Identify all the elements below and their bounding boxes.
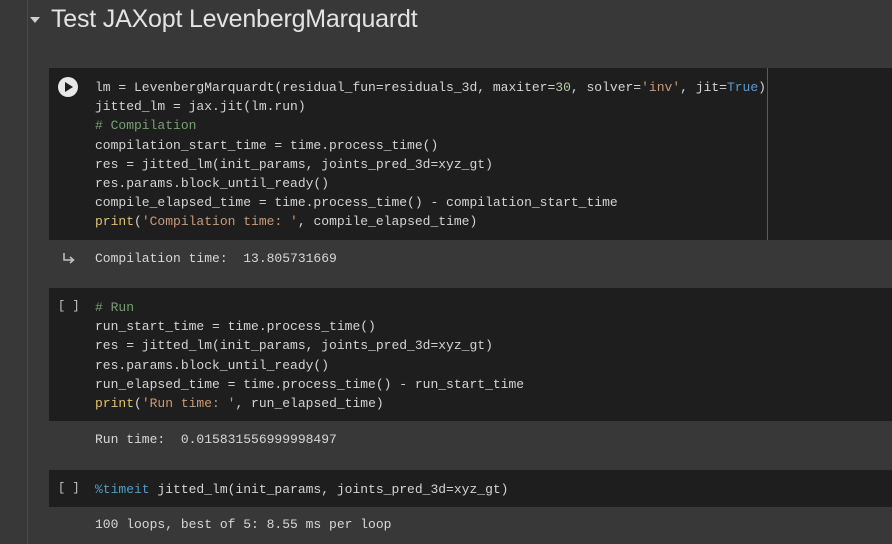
cell-gutter-rule <box>27 0 28 544</box>
code-cell-2-source[interactable]: # Run run_start_time = time.process_time… <box>95 298 524 413</box>
play-icon[interactable] <box>58 77 78 97</box>
code-cell-3[interactable]: [ ] %timeit jitted_lm(init_params, joint… <box>49 470 892 544</box>
code-line: run_start_time = time.process_time() <box>95 319 376 335</box>
output-redirect-icon[interactable] <box>62 252 76 266</box>
output-text: 100 loops, best of 5: 8.55 ms per loop <box>95 517 392 532</box>
code-comment: # Run <box>95 300 135 315</box>
code-line: print('Compilation time: ', compile_elap… <box>95 214 478 230</box>
code-line: run_elapsed_time = time.process_time() -… <box>95 376 525 392</box>
code-editor[interactable]: lm = LevenbergMarquardt(residual_fun=res… <box>49 68 892 240</box>
code-line: res = jitted_lm(init_params, joints_pred… <box>95 338 493 354</box>
code-cell-1[interactable]: lm = LevenbergMarquardt(residual_fun=res… <box>49 68 892 276</box>
code-cell-1-source[interactable]: lm = LevenbergMarquardt(residual_fun=res… <box>95 78 766 232</box>
cell-output: 100 loops, best of 5: 8.55 ms per loop <box>49 507 892 544</box>
code-comment: # Compilation <box>95 118 197 134</box>
code-line: res.params.block_until_ready() <box>95 357 330 373</box>
code-cell-2[interactable]: [ ] # Run run_start_time = time.process_… <box>49 288 892 457</box>
cell-gutter <box>49 68 89 240</box>
cell-gutter: [ ] <box>49 288 89 421</box>
cell-gutter: [ ] <box>49 470 89 507</box>
execution-count[interactable]: [ ] <box>58 481 80 495</box>
code-line: %timeit jitted_lm(init_params, joints_pr… <box>95 482 509 497</box>
text-cursor <box>767 68 768 240</box>
execution-count[interactable]: [ ] <box>58 299 80 313</box>
code-line: compile_elapsed_time = time.process_time… <box>95 195 618 211</box>
code-line: res.params.block_until_ready() <box>95 176 330 192</box>
section-title: Test JAXopt LevenbergMarquardt <box>51 4 418 33</box>
caret-down-icon[interactable] <box>30 17 40 23</box>
code-line: lm = LevenbergMarquardt(residual_fun=res… <box>95 80 766 95</box>
code-editor[interactable]: [ ] %timeit jitted_lm(init_params, joint… <box>49 470 892 507</box>
code-cell-3-source[interactable]: %timeit jitted_lm(init_params, joints_pr… <box>95 480 508 499</box>
section-header: Test JAXopt LevenbergMarquardt <box>30 2 418 36</box>
output-text: Compilation time: 13.805731669 <box>95 251 337 266</box>
code-line: print('Run time: ', run_elapsed_time) <box>95 396 384 412</box>
code-line: compilation_start_time = time.process_ti… <box>95 137 439 153</box>
code-line: jitted_lm = jax.jit(lm.run) <box>95 99 306 115</box>
code-editor[interactable]: [ ] # Run run_start_time = time.process_… <box>49 288 892 421</box>
code-line: res = jitted_lm(init_params, joints_pred… <box>95 156 493 172</box>
cell-output: Run time: 0.015831556999998497 <box>49 421 892 457</box>
output-text: Run time: 0.015831556999998497 <box>95 432 337 447</box>
cell-output: Compilation time: 13.805731669 <box>49 240 892 276</box>
